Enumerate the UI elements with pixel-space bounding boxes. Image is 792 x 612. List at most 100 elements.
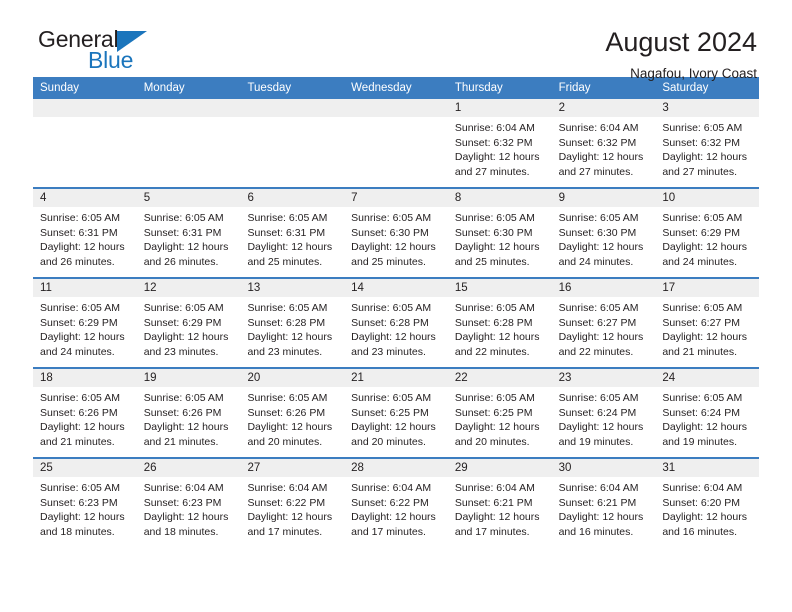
daylight-text-line1: Daylight: 12 hours	[454, 511, 540, 524]
day-cell[interactable]: 24 Sunrise: 6:05 AM Sunset: 6:24 PM Dayligh…	[655, 369, 760, 457]
sunrise-text: Sunrise: 6:04 AM	[143, 482, 224, 494]
sunrise-text: Sunrise: 6:05 AM	[40, 482, 120, 494]
day-number: 31	[655, 459, 760, 477]
day-details: Sunrise: 6:05 AM Sunset: 6:30 PM Daylight:…	[344, 207, 448, 269]
weekday-header-monday: Monday	[143, 82, 185, 94]
sunrise-text: Sunrise: 6:05 AM	[662, 302, 743, 314]
sunrise-text: Sunrise: 6:05 AM	[351, 302, 432, 314]
daylight-text-line2: and 23 minutes.	[247, 345, 323, 358]
day-cell[interactable]: 17 Sunrise: 6:05 AM Sunset: 6:27 PM Dayligh…	[655, 279, 760, 367]
day-details: Sunrise: 6:05 AM Sunset: 6:30 PM Daylight:…	[552, 207, 656, 269]
day-details: Sunrise: 6:05 AM Sunset: 6:24 PM Daylight:…	[655, 387, 759, 449]
sunset-text: Sunset: 6:25 PM	[351, 406, 429, 419]
day-details: Sunrise: 6:04 AM Sunset: 6:22 PM Daylight:…	[344, 477, 448, 539]
day-cell[interactable]: 3 Sunrise: 6:05 AM Sunset: 6:32 PM Daylight…	[655, 99, 760, 187]
weekday-header-friday: Friday	[558, 82, 591, 94]
daylight-text-line2: and 26 minutes.	[40, 255, 115, 268]
daylight-text-line2: and 27 minutes.	[558, 165, 634, 178]
day-number: 9	[551, 189, 656, 207]
day-number: 21	[344, 369, 448, 387]
calendar-page: General Blue August 2024 Nagafou, Ivory …	[0, 0, 792, 612]
day-cell[interactable]: 21 Sunrise: 6:05 AM Sunset: 6:25 PM Dayligh…	[344, 369, 448, 457]
day-cell[interactable]: 2 Sunrise: 6:04 AM Sunset: 6:32 PM Daylight…	[551, 99, 656, 187]
day-cell[interactable]: 18 Sunrise: 6:05 AM Sunset: 6:26 PM Dayligh…	[33, 369, 137, 457]
day-number: 14	[344, 279, 448, 297]
daylight-text-line1: Daylight: 12 hours	[558, 331, 644, 344]
sunset-text: Sunset: 6:23 PM	[143, 496, 222, 509]
day-number	[344, 99, 448, 117]
day-cell[interactable]: 6 Sunrise: 6:05 AM Sunset: 6:31 PM Daylight…	[240, 189, 345, 277]
weekday-header-sunday: Sunday	[40, 82, 80, 94]
daylight-text-line1: Daylight: 12 hours	[351, 511, 436, 524]
daylight-text-line2: and 24 minutes.	[40, 345, 115, 358]
sunrise-text: Sunrise: 6:05 AM	[247, 302, 328, 314]
daylight-text-line2: and 23 minutes.	[351, 345, 426, 358]
day-details: Sunrise: 6:05 AM Sunset: 6:32 PM Daylight:…	[655, 117, 759, 179]
day-cell[interactable]: 31 Sunrise: 6:04 AM Sunset: 6:20 PM Dayligh…	[655, 459, 760, 547]
calendar-week-row: 1 Sunrise: 6:04 AM Sunset: 6:32 PM Daylight…	[33, 99, 760, 187]
day-number	[240, 99, 345, 117]
day-cell[interactable]: 26 Sunrise: 6:04 AM Sunset: 6:23 PM Dayligh…	[136, 459, 241, 547]
day-details: Sunrise: 6:05 AM Sunset: 6:28 PM Daylight:…	[240, 297, 344, 359]
day-cell[interactable]: 11 Sunrise: 6:05 AM Sunset: 6:29 PM Dayligh…	[33, 279, 137, 367]
day-number: 7	[344, 189, 448, 207]
day-number: 24	[655, 369, 760, 387]
day-cell[interactable]: 29 Sunrise: 6:04 AM Sunset: 6:21 PM Dayligh…	[447, 459, 552, 547]
day-cell[interactable]: 7 Sunrise: 6:05 AM Sunset: 6:30 PM Daylight…	[344, 189, 448, 277]
day-cell[interactable]: 28 Sunrise: 6:04 AM Sunset: 6:22 PM Dayligh…	[344, 459, 448, 547]
sunrise-text: Sunrise: 6:05 AM	[454, 302, 535, 314]
calendar-week-row: 18 Sunrise: 6:05 AM Sunset: 6:26 PM Dayligh…	[33, 367, 760, 457]
sunrise-text: Sunrise: 6:04 AM	[558, 482, 639, 494]
daylight-text-line2: and 22 minutes.	[454, 345, 530, 358]
day-cell[interactable]: 30 Sunrise: 6:04 AM Sunset: 6:21 PM Dayligh…	[551, 459, 656, 547]
day-details: Sunrise: 6:04 AM Sunset: 6:22 PM Daylight:…	[240, 477, 344, 539]
day-cell[interactable]: 16 Sunrise: 6:05 AM Sunset: 6:27 PM Dayligh…	[551, 279, 656, 367]
day-cell[interactable]: 19 Sunrise: 6:05 AM Sunset: 6:26 PM Dayligh…	[136, 369, 241, 457]
day-details: Sunrise: 6:04 AM Sunset: 6:21 PM Daylight:…	[552, 477, 656, 539]
sunset-text: Sunset: 6:28 PM	[351, 316, 429, 329]
daylight-text-line1: Daylight: 12 hours	[247, 241, 333, 254]
daylight-text-line1: Daylight: 12 hours	[143, 421, 229, 434]
sunrise-text: Sunrise: 6:05 AM	[351, 392, 432, 404]
day-cell[interactable]: 27 Sunrise: 6:04 AM Sunset: 6:22 PM Dayligh…	[240, 459, 345, 547]
day-cell[interactable]: 13 Sunrise: 6:05 AM Sunset: 6:28 PM Dayligh…	[240, 279, 345, 367]
day-cell[interactable]: 14 Sunrise: 6:05 AM Sunset: 6:28 PM Dayligh…	[344, 279, 448, 367]
daylight-text-line1: Daylight: 12 hours	[351, 421, 436, 434]
day-cell[interactable]: 5 Sunrise: 6:05 AM Sunset: 6:31 PM Daylight…	[136, 189, 241, 277]
sunrise-text: Sunrise: 6:05 AM	[454, 392, 535, 404]
sunset-text: Sunset: 6:27 PM	[558, 316, 637, 329]
calendar-week-inner: 25 Sunrise: 6:05 AM Sunset: 6:23 PM Dayligh…	[33, 459, 760, 547]
general-blue-logo[interactable]: General Blue	[33, 26, 168, 78]
sunset-text: Sunset: 6:29 PM	[40, 316, 118, 329]
day-details: Sunrise: 6:05 AM Sunset: 6:25 PM Daylight:…	[344, 387, 448, 449]
day-cell[interactable]: 25 Sunrise: 6:05 AM Sunset: 6:23 PM Dayligh…	[33, 459, 137, 547]
day-cell[interactable]: 8 Sunrise: 6:05 AM Sunset: 6:30 PM Daylight…	[447, 189, 552, 277]
day-details: Sunrise: 6:05 AM Sunset: 6:29 PM Daylight:…	[137, 297, 241, 359]
sunset-text: Sunset: 6:32 PM	[454, 136, 533, 149]
calendar-weeks: 1 Sunrise: 6:04 AM Sunset: 6:32 PM Daylight…	[33, 99, 760, 547]
sunset-text: Sunset: 6:30 PM	[558, 226, 637, 239]
daylight-text-line1: Daylight: 12 hours	[351, 331, 436, 344]
day-cell[interactable]: 10 Sunrise: 6:05 AM Sunset: 6:29 PM Dayligh…	[655, 189, 760, 277]
sunset-text: Sunset: 6:21 PM	[454, 496, 533, 509]
day-number: 26	[136, 459, 241, 477]
daylight-text-line2: and 24 minutes.	[558, 255, 634, 268]
sunset-text: Sunset: 6:32 PM	[662, 136, 740, 149]
day-cell[interactable]: 23 Sunrise: 6:05 AM Sunset: 6:24 PM Dayligh…	[551, 369, 656, 457]
day-cell[interactable]: 22 Sunrise: 6:05 AM Sunset: 6:25 PM Dayligh…	[447, 369, 552, 457]
day-cell[interactable]: 15 Sunrise: 6:05 AM Sunset: 6:28 PM Dayligh…	[447, 279, 552, 367]
sunset-text: Sunset: 6:30 PM	[351, 226, 429, 239]
weekday-header-wednesday: Wednesday	[351, 82, 412, 94]
day-cell[interactable]: 12 Sunrise: 6:05 AM Sunset: 6:29 PM Dayligh…	[136, 279, 241, 367]
calendar-week-row: 25 Sunrise: 6:05 AM Sunset: 6:23 PM Dayligh…	[33, 457, 760, 547]
calendar-week-inner: 18 Sunrise: 6:05 AM Sunset: 6:26 PM Dayligh…	[33, 369, 760, 457]
day-cell[interactable]: 9 Sunrise: 6:05 AM Sunset: 6:30 PM Daylight…	[551, 189, 656, 277]
day-details: Sunrise: 6:04 AM Sunset: 6:32 PM Daylight:…	[552, 117, 656, 179]
day-cell[interactable]: 1 Sunrise: 6:04 AM Sunset: 6:32 PM Daylight…	[447, 99, 552, 187]
sunset-text: Sunset: 6:26 PM	[40, 406, 118, 419]
sunrise-text: Sunrise: 6:05 AM	[454, 212, 535, 224]
day-cell-empty	[240, 99, 345, 187]
day-cell[interactable]: 20 Sunrise: 6:05 AM Sunset: 6:26 PM Dayligh…	[240, 369, 345, 457]
weekday-header-thursday: Thursday	[454, 82, 503, 94]
day-cell[interactable]: 4 Sunrise: 6:05 AM Sunset: 6:31 PM Daylight…	[33, 189, 137, 277]
